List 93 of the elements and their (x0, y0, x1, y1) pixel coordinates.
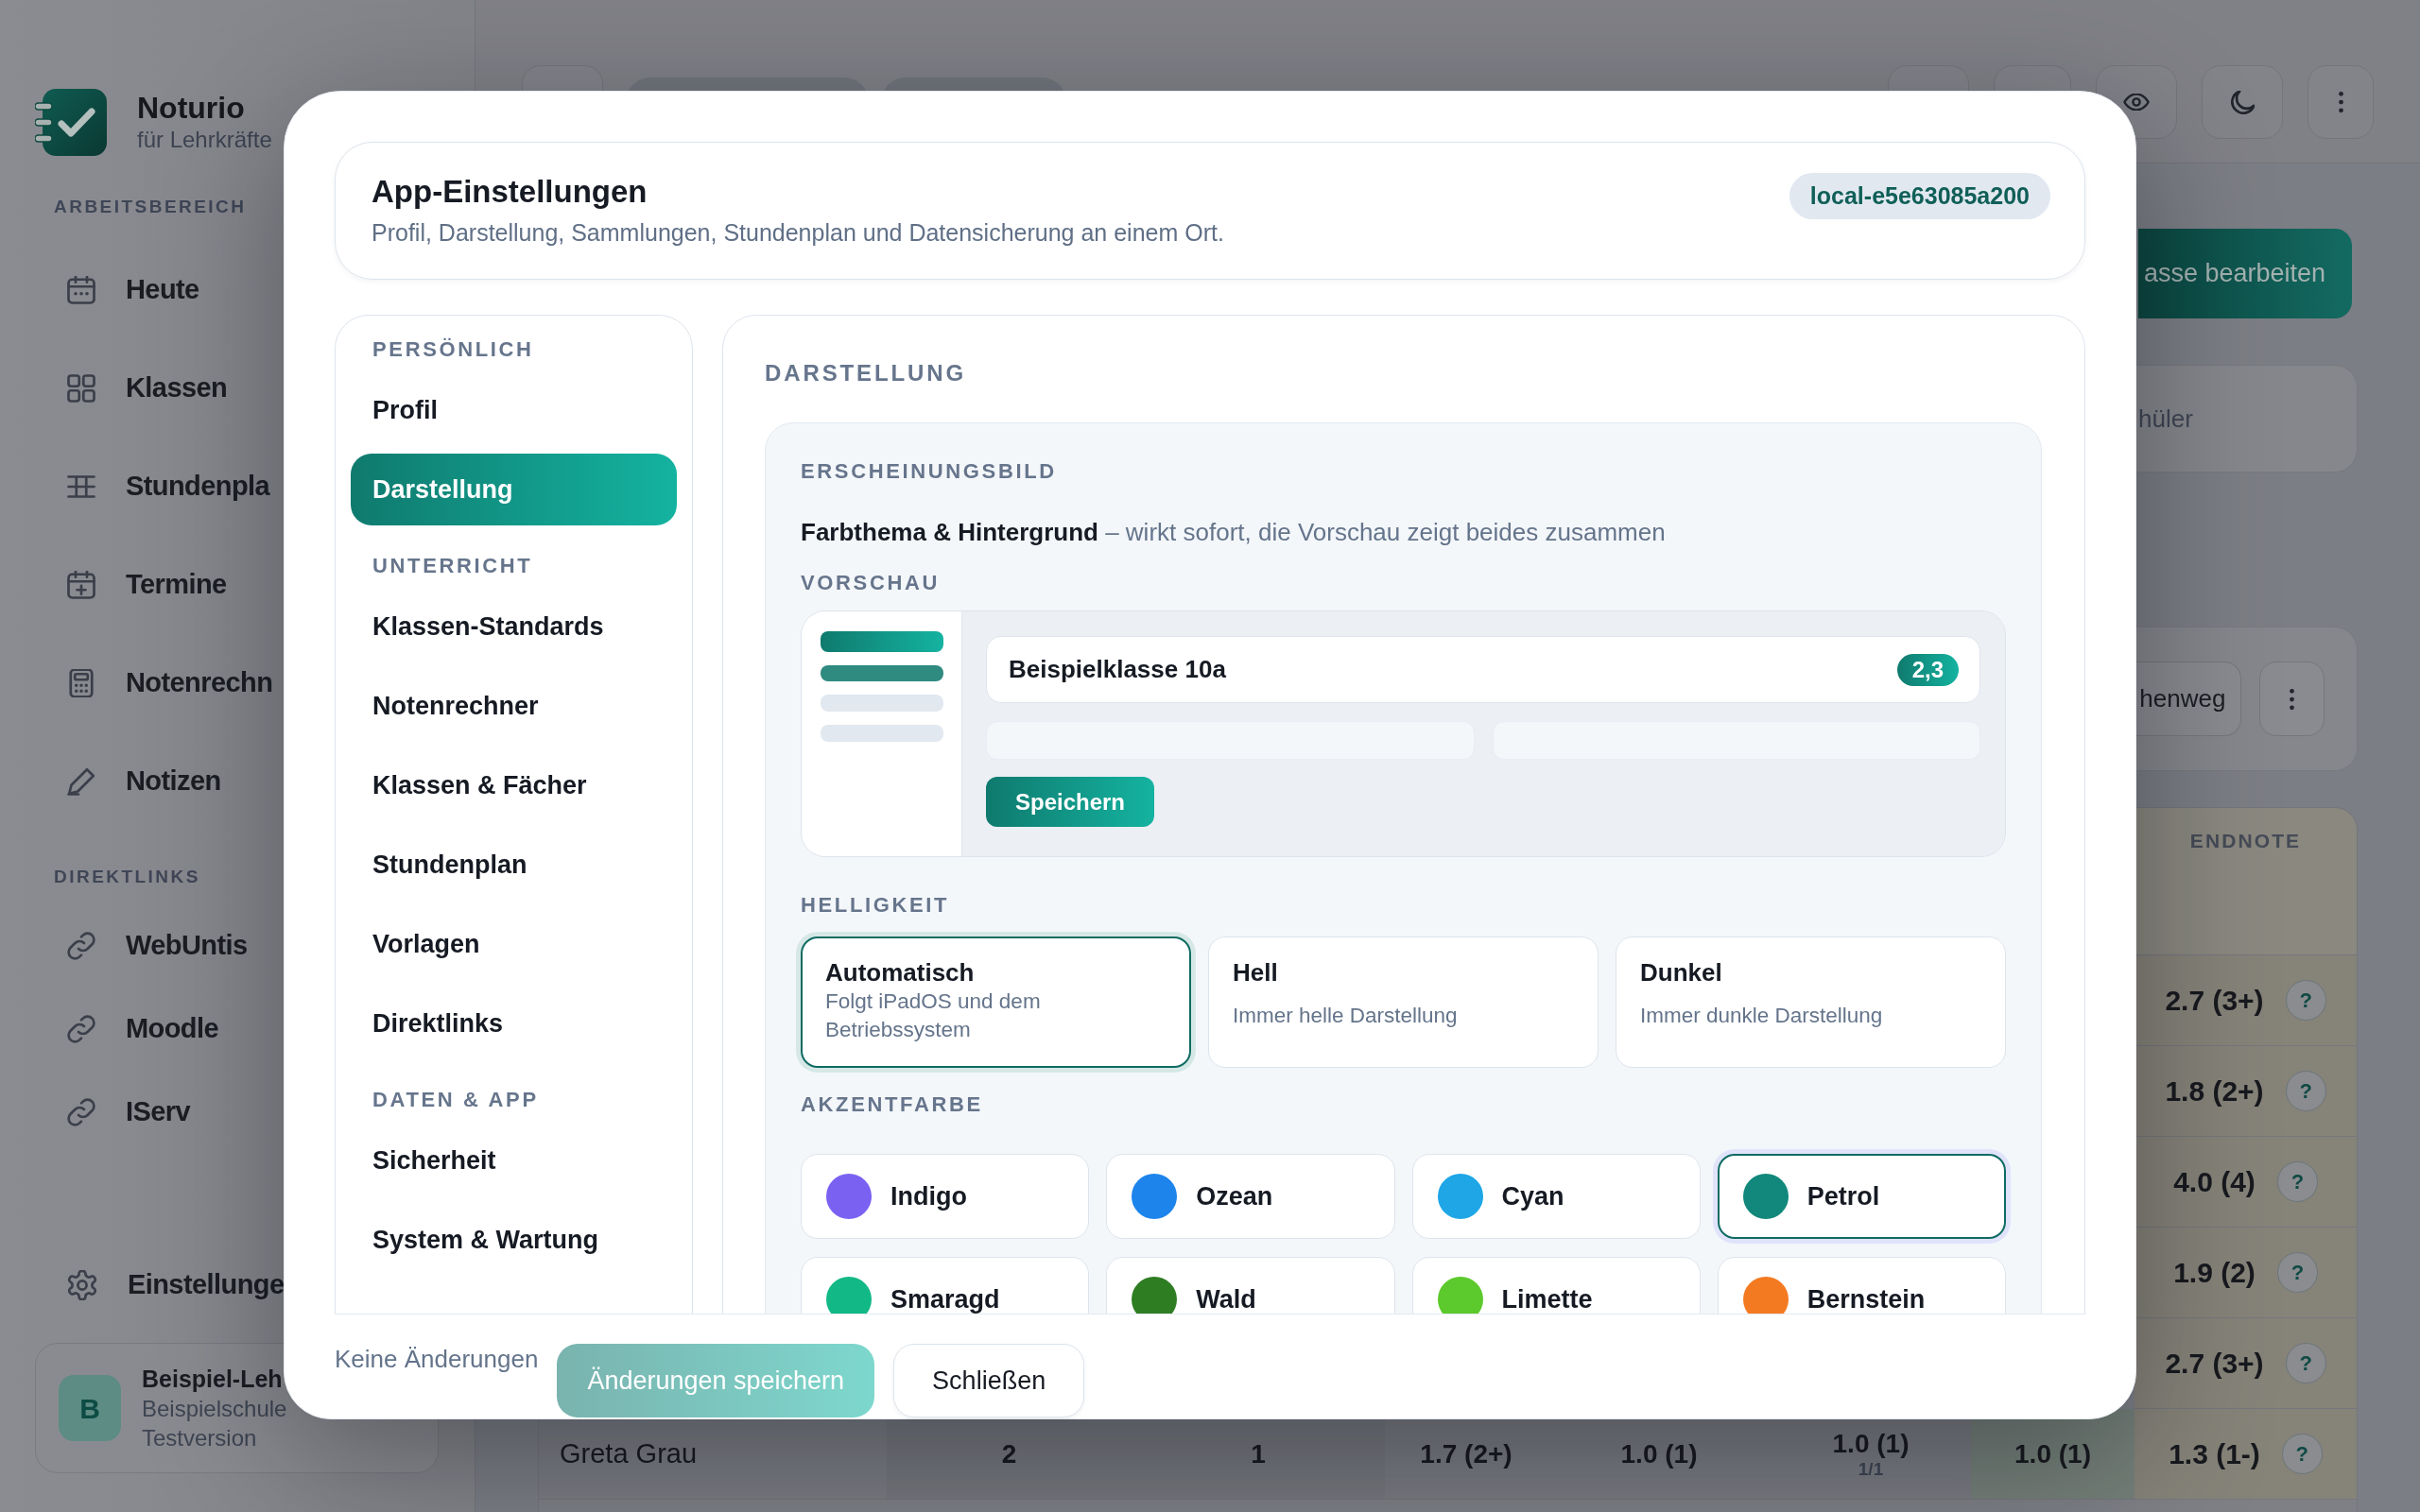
option-title: Automatisch (825, 957, 976, 988)
nav-item[interactable]: Vorlagen (351, 908, 677, 980)
link-icon (67, 1098, 95, 1126)
help-button[interactable]: ? (2285, 1343, 2326, 1383)
nav-item[interactable]: IServ (35, 1078, 191, 1146)
section-heading: ARBEITSBEREICH (53, 196, 247, 218)
dialog-subtitle: Profil, Darstellung, Sammlungen, Stundenplan und Datensicherung an einem Ort. (372, 218, 1224, 248)
accent-option[interactable]: Wald (1106, 1257, 1395, 1314)
moon-icon (2230, 90, 2255, 114)
accent-option[interactable]: Limette (1411, 1257, 1701, 1314)
nav-heading: UNTERRICHT (372, 554, 533, 578)
plan-label: Testversion (142, 1423, 258, 1452)
grade-badge: 2,3 (1896, 653, 1959, 686)
calendar-plus-icon (67, 571, 95, 599)
id-badge: local-e5e63085a200 (1789, 173, 2050, 219)
help-button[interactable]: ? (2285, 980, 2326, 1021)
final-grade: 1.3 (1-) (2169, 1437, 2260, 1471)
more-icon (2338, 91, 2343, 113)
help-button[interactable]: ? (2285, 1071, 2326, 1111)
pencil-icon (67, 767, 95, 796)
nav-item[interactable]: Heute (35, 256, 199, 324)
nav-item[interactable]: Notenrechn (35, 649, 273, 717)
help-button[interactable]: ? (2281, 1434, 2323, 1474)
link-icon (67, 932, 95, 960)
school-name: Beispielschule (142, 1394, 287, 1423)
app-subtitle: für Lehrkräfte (137, 125, 272, 154)
option-description: Immer dunkle Darstellung (1640, 1003, 1883, 1029)
help-button[interactable]: ? (2276, 1161, 2318, 1202)
nav-item[interactable]: Direktlinks (351, 988, 677, 1059)
grade-value: 1.0 (1) (1832, 1429, 1910, 1458)
option-card[interactable]: Hell Immer helle Darstellung (1208, 936, 1599, 1068)
students-card[interactable]: hüler (2136, 365, 2358, 472)
final-grade: 1.9 (2) (2173, 1256, 2256, 1290)
accent-option[interactable]: Indigo (801, 1154, 1090, 1239)
option-description: Immer helle Darstellung (1233, 1003, 1458, 1029)
nav-item[interactable]: Klassen-Standards (351, 591, 677, 662)
app-name: Noturio (137, 91, 246, 126)
card-label: hüler (2138, 403, 2193, 435)
nav-item[interactable]: Stundenplan (351, 829, 677, 901)
final-grade: 4.0 (4) (2173, 1165, 2256, 1199)
grid-icon (67, 374, 95, 403)
section-heading: DIREKTLINKS (53, 866, 200, 888)
edit-button[interactable]: asse bearbeiten (2138, 229, 2352, 318)
nav-item[interactable]: Sicherheit (351, 1125, 677, 1196)
section-intro: Farbthema & Hintergrund – wirkt sofort, die Vorschau zeigt beides zusammen (801, 517, 1666, 548)
accent-option[interactable]: Smaragd (801, 1257, 1090, 1314)
table-icon (67, 472, 95, 501)
dialog-title: App-Einstellungen (372, 173, 648, 211)
option-description: Folgt iPadOS und dem Betriebssystem (825, 988, 1042, 1043)
preview-class-title: Beispielklasse 10a (1009, 654, 1226, 685)
final-grade: 2.7 (3+) (2165, 984, 2264, 1018)
nav-item[interactable]: Stundenpla (35, 453, 270, 521)
accent-option[interactable]: Ozean (1106, 1154, 1395, 1239)
accent-option[interactable]: Cyan (1411, 1154, 1701, 1239)
more-icon (2290, 687, 2295, 711)
nav-item[interactable]: Termine (35, 551, 227, 619)
settings-icon (67, 1270, 97, 1300)
accent-option[interactable]: Bernstein (1717, 1257, 2006, 1314)
field-label: HELLIGKEIT (801, 892, 950, 919)
option-title: Hell (1233, 957, 1279, 988)
nav-item[interactable]: Notizen (35, 747, 221, 816)
final-grade: 2.7 (3+) (2165, 1347, 2264, 1381)
option-card[interactable]: Dunkel Immer dunkle Darstellung (1616, 936, 2006, 1068)
help-button[interactable]: ? (2276, 1252, 2318, 1293)
nav-item[interactable]: Klassen & Fächer (351, 749, 677, 821)
nav-item[interactable]: System & Wartung (351, 1204, 677, 1276)
nav-heading: DATEN & APP (372, 1088, 539, 1112)
preview-save-button[interactable]: Speichern (986, 777, 1154, 827)
eye-icon (2123, 94, 2150, 111)
section-title: ERSCHEINUNGSBILD (801, 458, 1057, 485)
calendar-icon (67, 276, 95, 304)
field-label: VORSCHAU (801, 570, 941, 596)
final-grade: 1.8 (2+) (2165, 1074, 2264, 1108)
nav-item[interactable]: Einstellunge (35, 1251, 285, 1319)
column-header: ENDNOTE (2135, 808, 2357, 955)
calculator-icon (67, 669, 95, 697)
option-title: Dunkel (1640, 957, 1723, 988)
nav-item[interactable]: Profil (351, 374, 677, 446)
link-icon (67, 1015, 95, 1043)
action-button[interactable]: henweg (2136, 662, 2242, 736)
user-name: Beispiel-Leh (142, 1364, 284, 1394)
logo-icon (35, 89, 107, 156)
nav-item[interactable]: Moodle (35, 995, 218, 1063)
nav-item[interactable]: WebUntis (35, 912, 248, 980)
field-label: AKZENTFARBE (801, 1091, 983, 1118)
theme-button[interactable] (2202, 65, 2283, 139)
close-button[interactable]: Schließen (893, 1344, 1085, 1418)
nav-item[interactable]: Notenrechner (351, 670, 677, 742)
avatar: B (59, 1375, 121, 1441)
nav-heading: PERSÖNLICH (372, 337, 534, 362)
panel-title: DARSTELLUNG (765, 359, 966, 387)
nav-item[interactable]: Darstellung (351, 454, 677, 525)
nav-item[interactable]: Klassen (35, 354, 228, 422)
